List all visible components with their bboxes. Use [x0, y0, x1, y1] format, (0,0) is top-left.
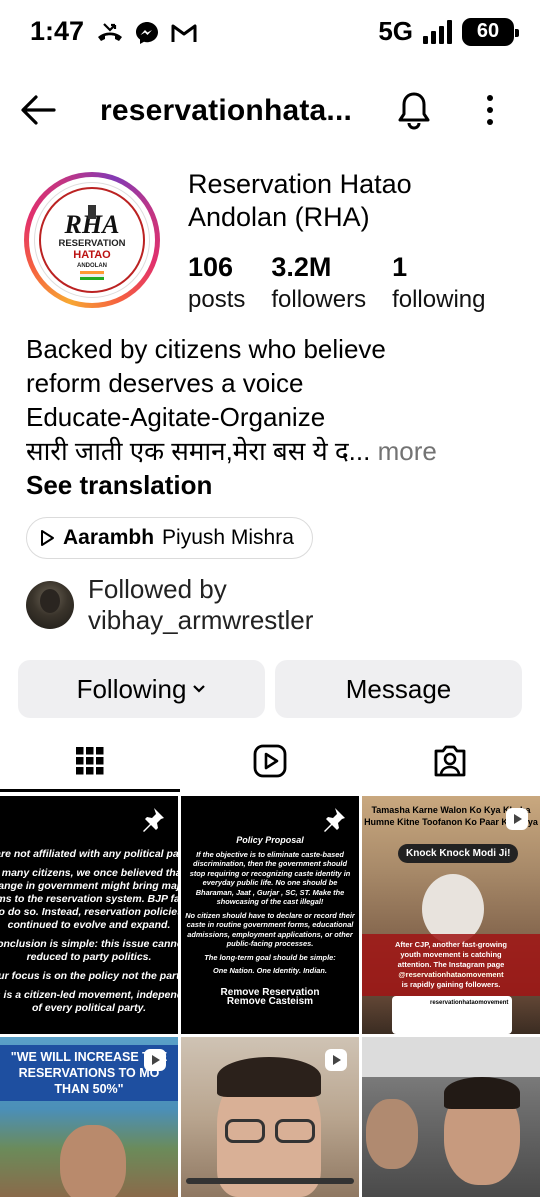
post-tile[interactable]: [362, 1037, 540, 1197]
profile-username: reservationhata...: [100, 94, 353, 127]
tab-tagged[interactable]: [360, 730, 540, 792]
person-photo: [60, 1125, 126, 1197]
stat-posts[interactable]: 106 posts: [188, 252, 245, 318]
network-type: 5G: [378, 16, 413, 46]
pin-icon: [324, 808, 345, 832]
post-tile[interactable]: "WE WILL INCREASE THE RESERVATIONS TO MO T…: [0, 1037, 178, 1197]
profile-avatar[interactable]: RHA RESERVATION HATAO ANDOLAN: [24, 172, 160, 308]
stat-followers[interactable]: 3.2M followers: [271, 252, 366, 318]
reel-icon: [144, 1049, 166, 1071]
post-text: Policy Proposal If the objective is to e…: [185, 835, 355, 1007]
tab-reels[interactable]: [180, 730, 360, 792]
logo-line3: ANDOLAN: [77, 263, 107, 269]
post-tile[interactable]: Tamasha Karne Walon Ko Kya Khaba Humne Ki…: [362, 796, 540, 1034]
pin-icon: [143, 808, 164, 832]
profile-tabs: [0, 730, 540, 792]
reel-icon: [506, 808, 528, 830]
post-tile[interactable]: are not affiliated with any political pa…: [0, 796, 178, 1034]
chevron-down-icon: [193, 685, 206, 693]
messenger-icon: [136, 22, 158, 44]
posts-grid: are not affiliated with any political pa…: [0, 796, 540, 1197]
post-text: are not affiliated with any political pa…: [0, 848, 178, 1014]
profile-music-chip[interactable]: Aarambh Piyush Mishra: [26, 517, 313, 559]
music-title: Aarambh: [63, 526, 155, 549]
missed-call-icon: [98, 23, 122, 41]
profile-bio: Backed by citizens who believe reform de…: [26, 334, 437, 466]
battery-level: 60: [476, 20, 500, 42]
profile-top-bar: reservationhata...: [0, 80, 540, 140]
back-arrow-icon[interactable]: [18, 92, 58, 128]
followed-by-label: Followed by: [88, 574, 227, 604]
post-tile[interactable]: Policy Proposal If the objective is to e…: [181, 796, 359, 1034]
clock: 1:47: [30, 16, 85, 46]
signal-icon: [423, 19, 452, 44]
tagged-icon: [434, 745, 466, 777]
see-translation-link[interactable]: See translation: [26, 470, 212, 501]
mutual-avatar: [26, 581, 74, 629]
battery-icon: 60: [462, 17, 519, 46]
message-button[interactable]: Message: [275, 660, 522, 718]
person-photo: [366, 1099, 418, 1169]
gmail-icon: [171, 24, 197, 42]
followed-by-user: vibhay_armwrestler: [88, 605, 314, 635]
play-icon: [41, 530, 54, 546]
status-bar: 1:47 5G 60: [0, 0, 540, 70]
bell-icon[interactable]: [396, 90, 432, 130]
post-caption: After CJP, another fast-growing youth mov…: [362, 934, 540, 996]
profile-stats: 106 posts 3.2M followers 1 following: [188, 252, 511, 318]
following-button[interactable]: Following: [18, 660, 265, 718]
grid-icon: [76, 747, 104, 775]
stat-following[interactable]: 1 following: [392, 252, 485, 318]
speech-bubble: Knock Knock Modi Ji!: [398, 844, 519, 863]
logo-line2: HATAO: [73, 249, 111, 261]
profile-display-name: Reservation Hatao Andolan (RHA): [188, 169, 412, 232]
bio-more-link[interactable]: more: [378, 436, 437, 466]
post-tile[interactable]: [181, 1037, 359, 1197]
tab-posts-grid[interactable]: [0, 730, 180, 792]
reels-icon: [253, 744, 287, 778]
reel-icon: [325, 1049, 347, 1071]
more-vertical-icon[interactable]: [480, 92, 500, 128]
rha-logo: RHA RESERVATION HATAO ANDOLAN: [34, 182, 150, 298]
home-indicator[interactable]: [186, 1178, 354, 1184]
profile-card: reservationhataomovement: [392, 996, 512, 1034]
music-artist: Piyush Mishra: [162, 526, 294, 549]
followed-by[interactable]: Followed by vibhay_armwrestler: [26, 574, 313, 636]
logo-line1: RESERVATION: [58, 238, 125, 249]
notification-icons: [96, 20, 198, 46]
